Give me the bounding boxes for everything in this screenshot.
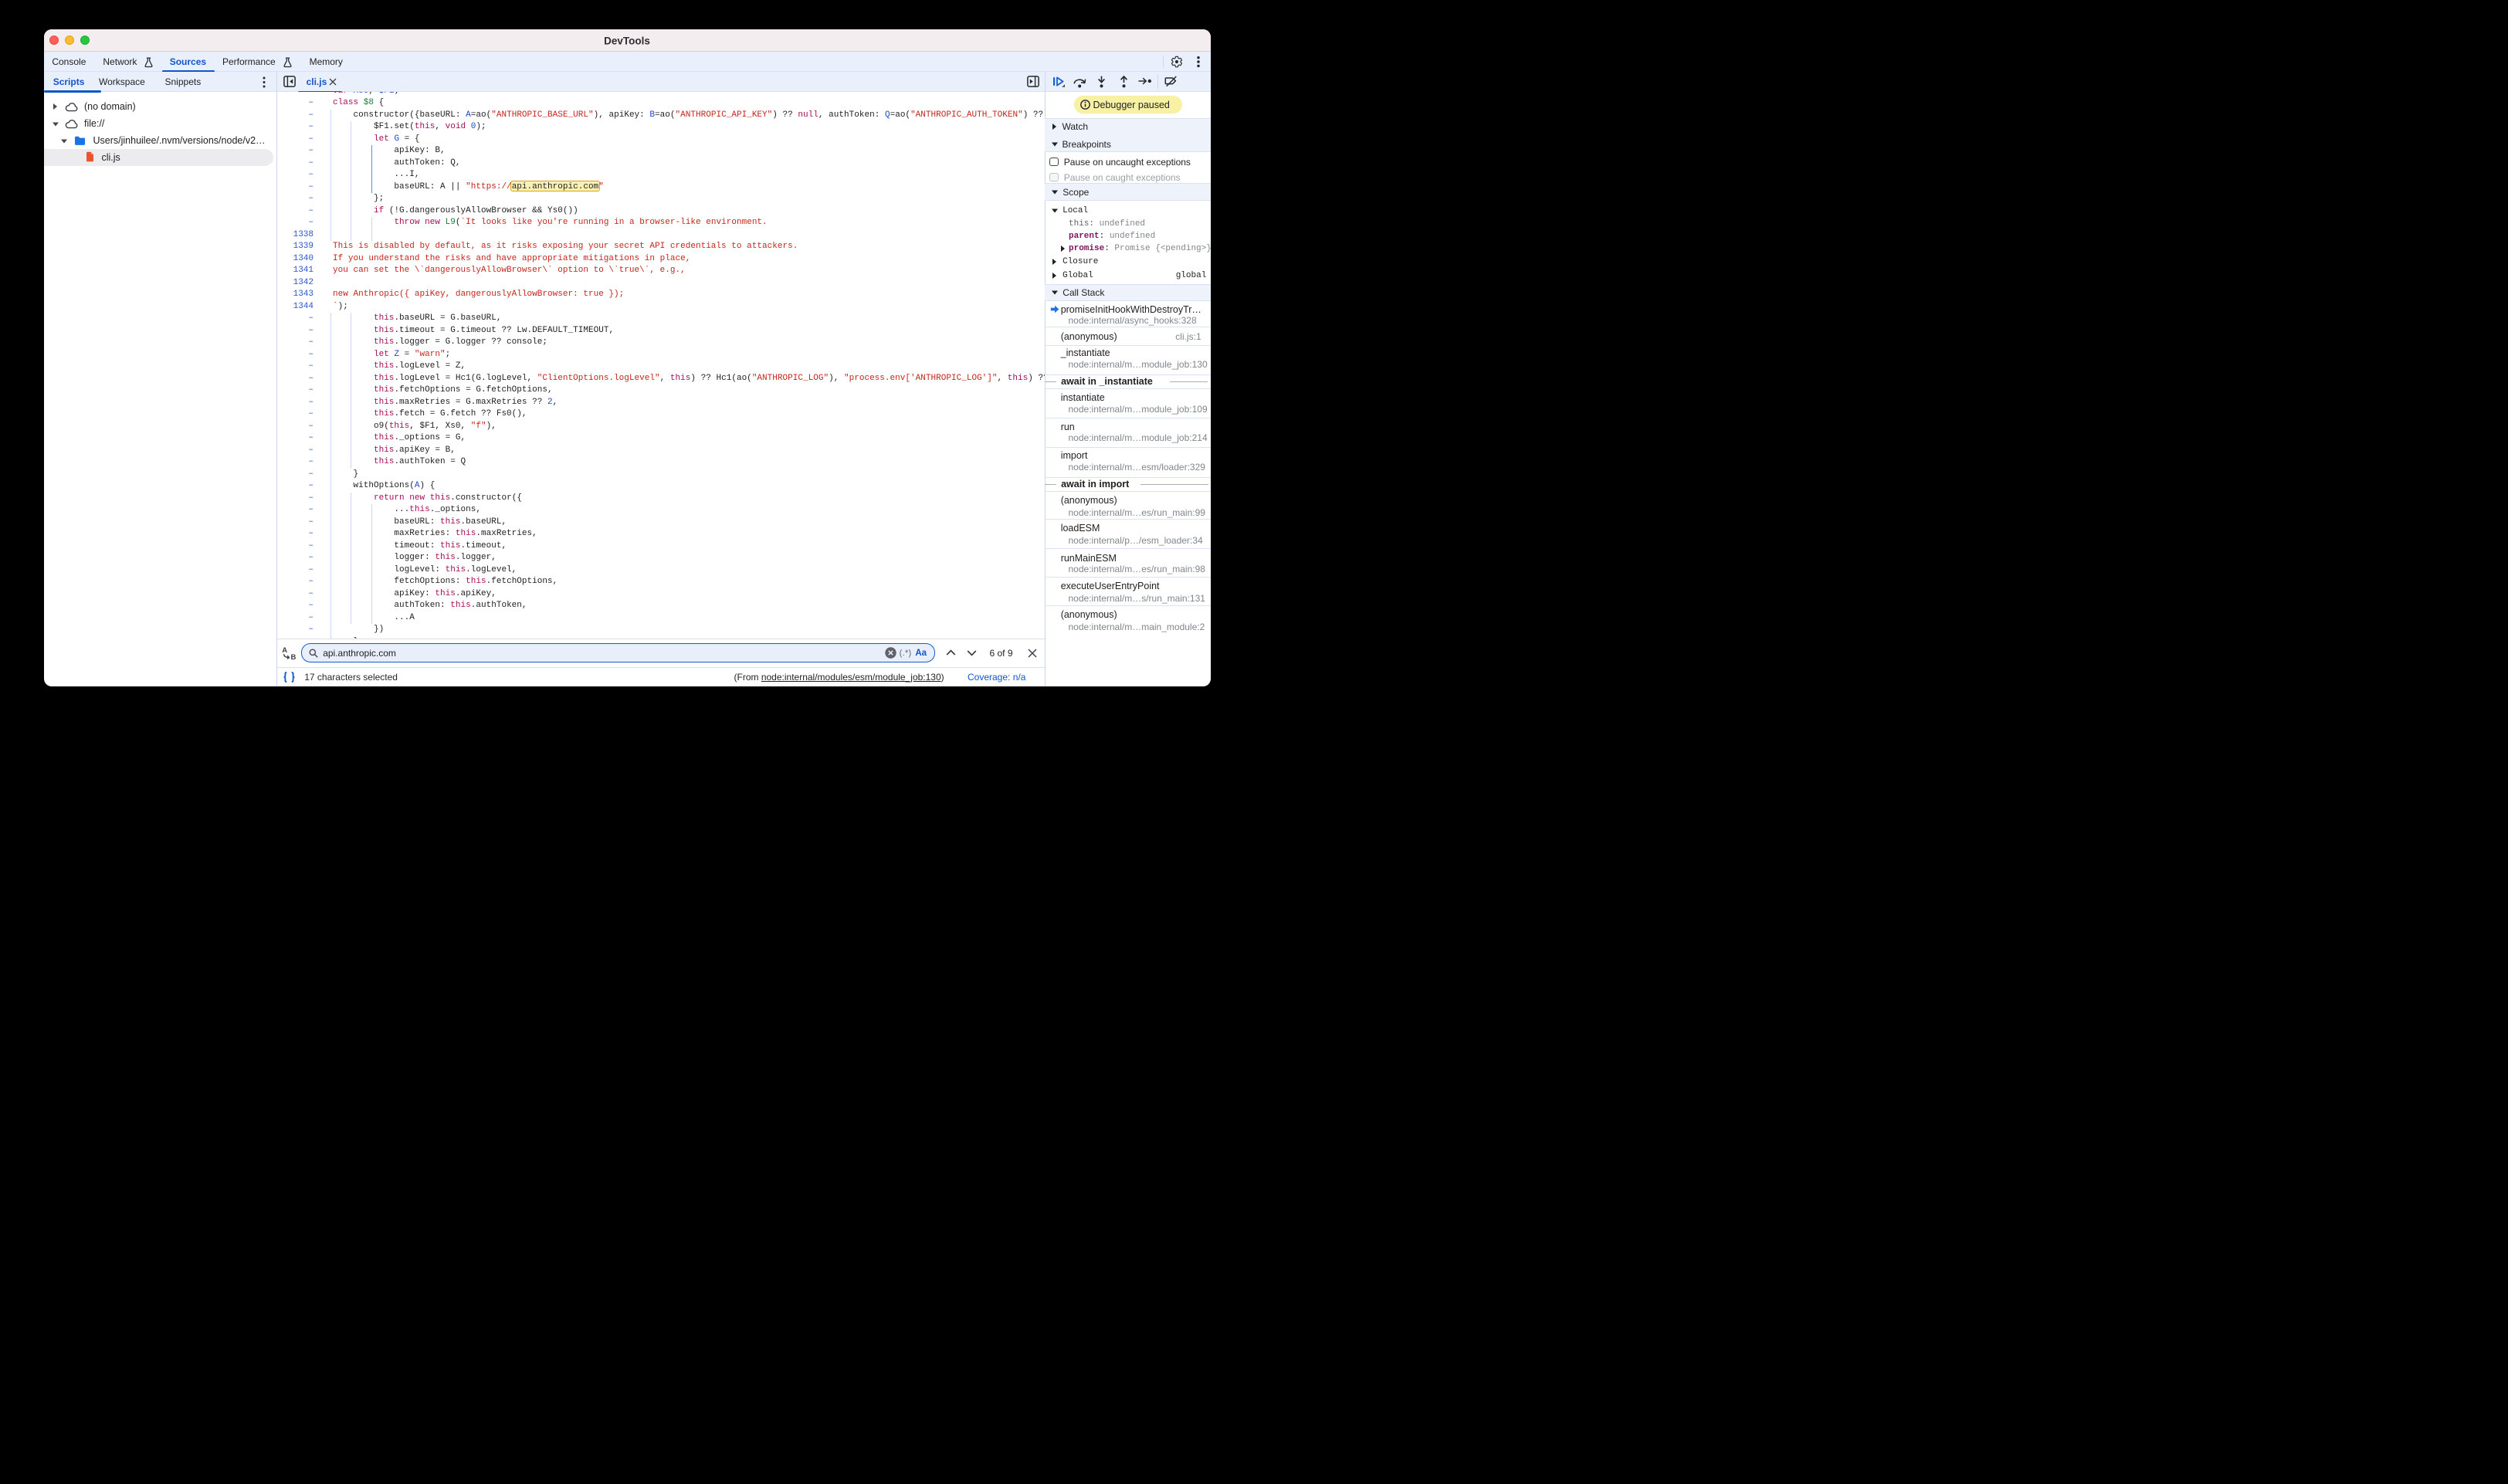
svg-text:A: A	[282, 646, 287, 655]
svg-text:B: B	[291, 653, 297, 662]
